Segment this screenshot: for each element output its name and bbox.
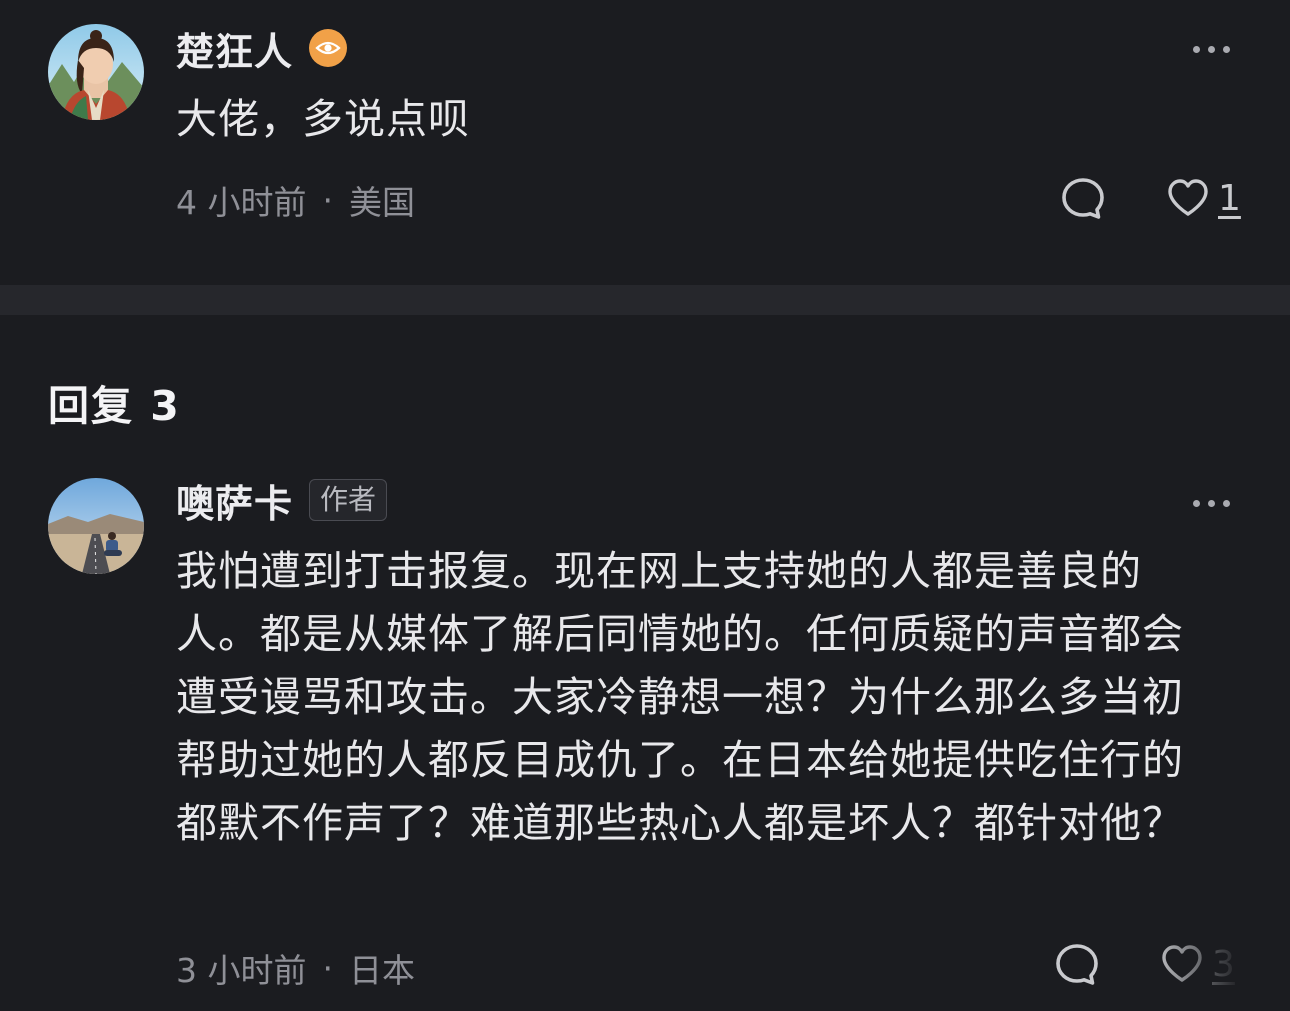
like-button[interactable]: 3 bbox=[1160, 942, 1235, 986]
comment-text: 大佬，多说点呗 bbox=[176, 95, 470, 143]
comment-item: 楚狂人 大佬，多说点呗 4 小时前 · 美国 1 bbox=[0, 0, 1290, 285]
comment-time: 4 小时前 bbox=[176, 183, 307, 222]
reply-item: 噢萨卡 作者 我怕遭到打击报复。现在网上支持她的人都是善良的人。都是从媒体了解后… bbox=[0, 470, 1290, 1011]
heart-icon bbox=[1162, 945, 1202, 982]
replies-header: 回复 3 bbox=[48, 382, 181, 430]
comment-text: 我怕遭到打击报复。现在网上支持她的人都是善良的人。都是从媒体了解后同情她的。任何… bbox=[176, 547, 1184, 847]
comment-time: 3 小时前 bbox=[176, 951, 307, 990]
meta-separator: · bbox=[322, 180, 334, 220]
author-badge: 作者 bbox=[309, 479, 388, 521]
comment-location: 美国 bbox=[349, 183, 415, 222]
username[interactable]: 噢萨卡 bbox=[176, 473, 293, 528]
more-dots-icon[interactable] bbox=[1189, 38, 1234, 61]
reply-button[interactable] bbox=[1060, 176, 1106, 222]
comment-meta: 3 小时前 · 日本 bbox=[176, 944, 415, 992]
like-count: 3 bbox=[1212, 943, 1235, 985]
comment-location: 日本 bbox=[349, 951, 415, 990]
more-dots-icon[interactable] bbox=[1189, 492, 1234, 515]
avatar[interactable] bbox=[48, 478, 144, 574]
user-info-row: 噢萨卡 作者 bbox=[176, 473, 388, 528]
comment-bubble-icon bbox=[1056, 944, 1098, 985]
like-button[interactable]: 1 bbox=[1166, 176, 1241, 220]
reply-button[interactable] bbox=[1054, 942, 1100, 988]
avatar[interactable] bbox=[48, 24, 144, 120]
like-count: 1 bbox=[1218, 177, 1241, 219]
section-divider bbox=[0, 285, 1290, 315]
user-info-row: 楚狂人 bbox=[176, 21, 348, 76]
comment-meta: 4 小时前 · 美国 bbox=[176, 176, 415, 224]
comment-bubble-icon bbox=[1062, 178, 1104, 219]
username[interactable]: 楚狂人 bbox=[176, 21, 293, 76]
eye-icon bbox=[309, 29, 348, 67]
heart-icon bbox=[1168, 179, 1208, 216]
meta-separator: · bbox=[322, 948, 334, 988]
